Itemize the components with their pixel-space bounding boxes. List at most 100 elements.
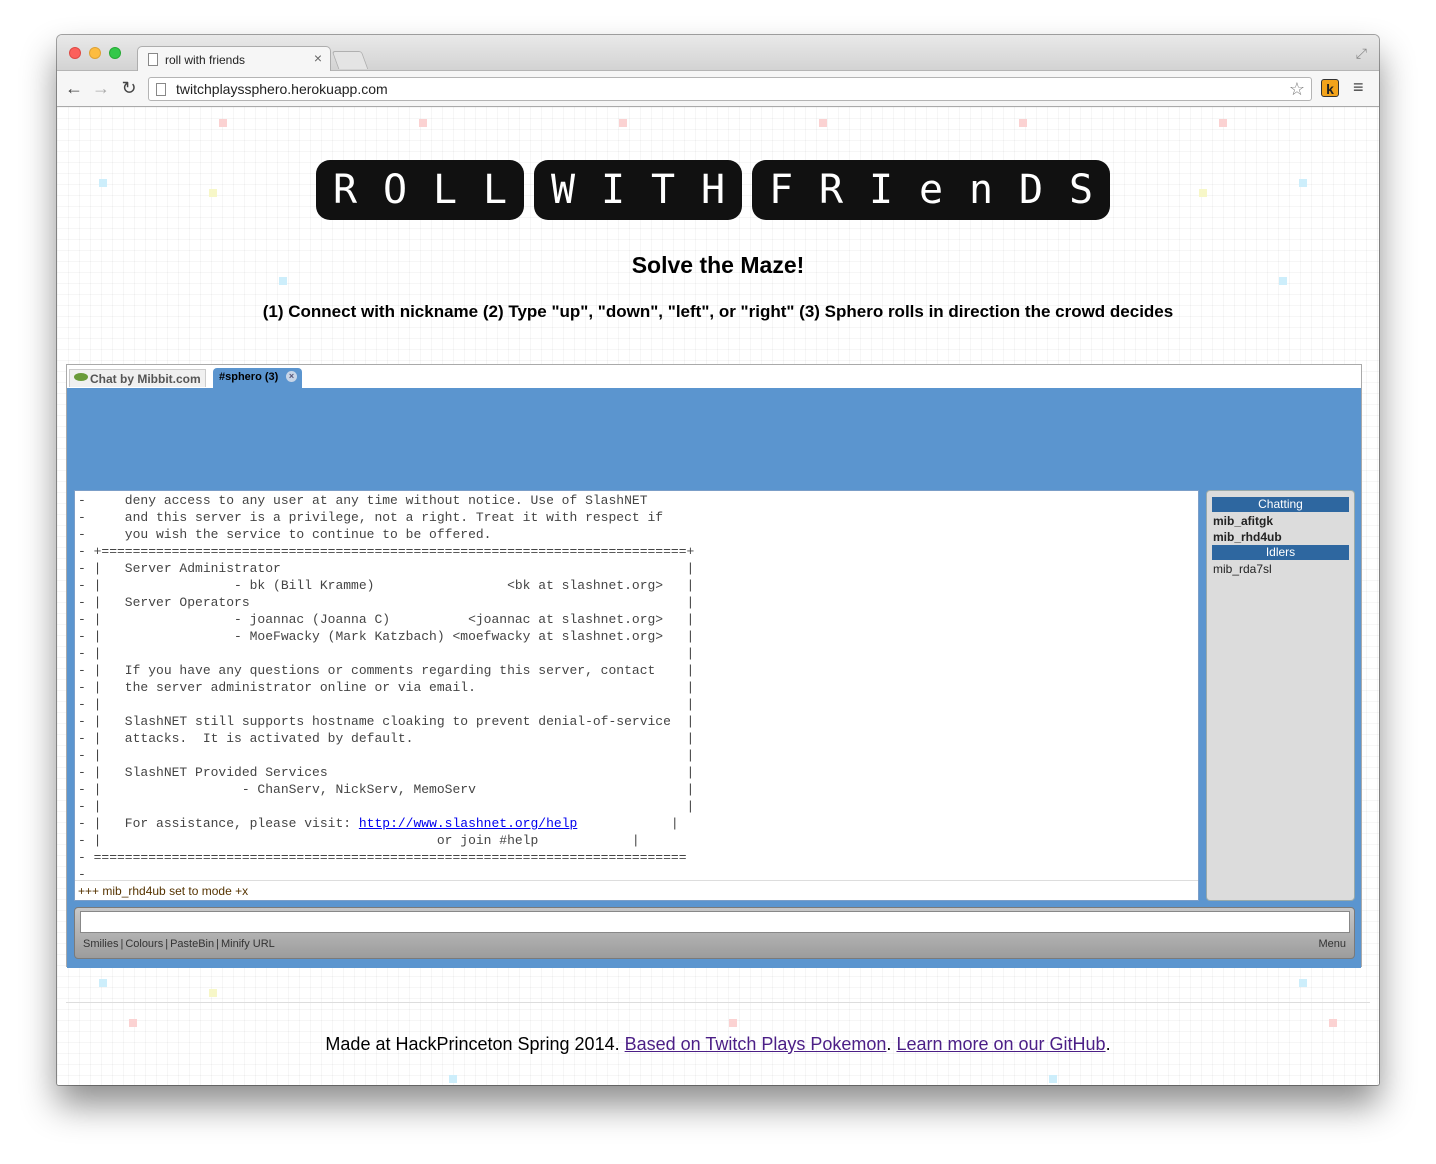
address-bar[interactable]: twitchplayssphero.herokuapp.com ☆ [148, 77, 1312, 101]
page-viewport: ROLLWITHFRIenDS Solve the Maze! (1) Conn… [57, 107, 1379, 1085]
decor-dot [619, 119, 627, 127]
logo-letter: S [1068, 167, 1094, 213]
decor-dot [209, 189, 217, 197]
channel-close-icon[interactable]: × [286, 371, 297, 382]
motd-line: - | - bk (Bill Kramme) <bk at slashnet.o… [78, 578, 695, 593]
logo-letter: R [818, 167, 844, 213]
logo-word: ROLL [316, 160, 524, 220]
chat-tab-strip: Chat by Mibbit.com #sphero (3) × [67, 365, 1361, 388]
motd-line: - | - joannac (Joanna C) <joannac at sla… [78, 612, 695, 627]
decor-dot [1299, 979, 1307, 987]
decor-dot [99, 979, 107, 987]
assist-suffix: | [577, 816, 679, 831]
decor-dot [819, 119, 827, 127]
motd-line: - | Server Operators | [78, 595, 695, 610]
chat-tool-links: Smilies | Colours | PasteBin | Minify URL [83, 938, 275, 950]
pastebin-link[interactable]: PasteBin [170, 938, 214, 950]
github-link[interactable]: Learn more on our GitHub [896, 1034, 1105, 1054]
motd-text: - deny access to any user at any time wi… [75, 491, 1198, 883]
browser-toolbar: ← → ↻ twitchplayssphero.herokuapp.com ☆ … [57, 71, 1379, 107]
smilies-link[interactable]: Smilies [83, 938, 118, 950]
mibbit-brand-tab[interactable]: Chat by Mibbit.com [69, 369, 206, 387]
logo-letter: I [600, 167, 626, 213]
tab-close-icon[interactable]: × [314, 50, 322, 66]
decor-dot [219, 119, 227, 127]
join-line: - | or join #help | [78, 833, 640, 848]
logo-letter: F [768, 167, 794, 213]
decor-dot [419, 119, 427, 127]
page-icon [148, 53, 158, 66]
zoom-window-button[interactable] [109, 47, 121, 59]
page-footer: Made at HackPrinceton Spring 2014. Based… [57, 1034, 1379, 1055]
decor-dot [449, 1075, 457, 1083]
motd-line: - deny access to any user at any time wi… [78, 493, 648, 508]
motd-blank-line: - | | [78, 799, 695, 814]
tab-title: roll with friends [165, 53, 246, 67]
logo-letter: n [968, 167, 994, 213]
motd-line: - +=====================================… [78, 544, 695, 559]
reload-icon[interactable]: ↻ [118, 78, 140, 99]
logo-letter: L [432, 167, 458, 213]
browser-window: roll with friends × ⤢ ← → ↻ twitchplayss… [57, 35, 1379, 1085]
extension-icon[interactable]: k [1321, 79, 1339, 97]
decor-dot [1199, 189, 1207, 197]
logo-word: WITH [534, 160, 742, 220]
motd-line: - | - ChanServ, NickServ, MemoServ | [78, 782, 695, 797]
logo-letter: O [382, 167, 408, 213]
chat-input-bar: Smilies | Colours | PasteBin | Minify URL Menu [74, 907, 1355, 959]
page-subtitle: Solve the Maze! [631, 252, 805, 278]
user-item[interactable]: mib_afitgk [1212, 513, 1349, 529]
chatting-header: Chatting [1212, 497, 1349, 512]
chat-body: - deny access to any user at any time wi… [67, 388, 1361, 968]
chat-menu-link[interactable]: Menu [1318, 938, 1346, 950]
motd-line: - and this server is a privilege, not a … [78, 510, 664, 525]
twitch-plays-pokemon-link[interactable]: Based on Twitch Plays Pokemon [625, 1034, 887, 1054]
chat-log[interactable]: - deny access to any user at any time wi… [74, 490, 1199, 901]
user-item[interactable]: mib_rhd4ub [1212, 529, 1349, 545]
browser-menu-icon[interactable]: ≡ [1353, 77, 1364, 98]
back-icon[interactable]: ← [63, 78, 85, 99]
footer-text: Made at HackPrinceton Spring 2014. [325, 1034, 620, 1054]
logo-letter: D [1018, 167, 1044, 213]
instructions-text: (1) Connect with nickname (2) Type "up",… [262, 302, 1174, 321]
forward-icon[interactable]: → [90, 78, 112, 99]
decor-dot [99, 179, 107, 187]
logo-letter: H [700, 167, 726, 213]
idlers-header: Idlers [1212, 545, 1349, 560]
decor-dot [1219, 119, 1227, 127]
fullscreen-icon[interactable]: ⤢ [1356, 45, 1367, 62]
decor-dot [729, 1019, 737, 1027]
decor-dot [1329, 1019, 1337, 1027]
link-separator: | [165, 938, 169, 950]
motd-line: - | | [78, 646, 695, 661]
decor-dot [129, 1019, 137, 1027]
channel-tab[interactable]: #sphero (3) × [213, 368, 302, 388]
logo-letter: e [918, 167, 944, 213]
page-icon [156, 83, 166, 96]
motd-line: - | Server Administrator | [78, 561, 695, 576]
user-item[interactable]: mib_rda7sl [1212, 561, 1349, 577]
logo-word: FRIenDS [752, 160, 1110, 220]
link-separator: | [216, 938, 219, 950]
slashnet-help-link[interactable]: http://www.slashnet.org/help [359, 816, 577, 831]
colours-link[interactable]: Colours [125, 938, 163, 950]
logo-letter: L [482, 167, 508, 213]
decor-dot [209, 989, 217, 997]
motd-line: - | the server administrator online or v… [78, 680, 695, 695]
bookmark-star-icon[interactable]: ☆ [1289, 79, 1305, 100]
decor-dot [1049, 1075, 1057, 1083]
minimize-window-button[interactable] [89, 47, 101, 59]
logo-letter: W [550, 167, 576, 213]
footer-end: . [1105, 1034, 1111, 1054]
user-list: Chatting mib_afitgk mib_rhd4ub Idlers mi… [1206, 490, 1355, 901]
minify-url-link[interactable]: Minify URL [221, 938, 275, 950]
url-text[interactable]: twitchplayssphero.herokuapp.com [176, 81, 388, 97]
footer-sep: . [886, 1034, 892, 1054]
brand-tab-label: Chat by Mibbit.com [90, 372, 201, 386]
browser-tab[interactable]: roll with friends × [137, 46, 331, 72]
motd-line: - | | [78, 748, 695, 763]
new-tab-button[interactable] [331, 51, 369, 69]
chat-message-input[interactable] [80, 911, 1350, 933]
status-message: +++ mib_rhd4ub set to mode +x [75, 880, 1198, 900]
close-window-button[interactable] [69, 47, 81, 59]
